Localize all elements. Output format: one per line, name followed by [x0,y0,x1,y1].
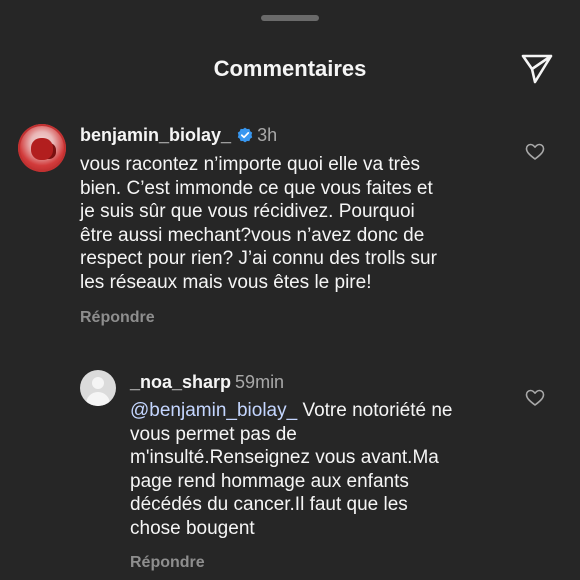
comment-line: je suis sûr que vous récidivez. Pourquoi [80,201,415,222]
reply-button[interactable]: Répondre [80,309,155,327]
heart-outline-icon[interactable] [525,388,545,408]
comment-line: bien. C’est immonde ce que vous faites e… [80,177,433,199]
comment-line: @benjamin_biolay_ Votre notoriété ne [130,399,452,423]
username[interactable]: benjamin_biolay_ [80,125,231,145]
comment-text: vous racontez n’importe quoi elle va trè… [80,153,437,294]
comment-text: @benjamin_biolay_ Votre notoriété ne vou… [130,399,452,540]
comment-line: être aussi mechant?vous n’avez donc de [80,224,425,246]
comment-meta: benjamin_biolay_ 3h [80,125,277,146]
verified-badge-icon [237,127,253,143]
paper-plane-icon[interactable] [520,53,554,85]
comment-line: les réseaux mais vous êtes le pire! [80,271,372,293]
comment-line: page rend hommage aux enfants [130,470,409,492]
comment-line: vous permet pas de [130,423,297,445]
reply-button[interactable]: Répondre [130,554,205,572]
page-title: Commentaires [213,56,367,81]
comment-line: chose bougent [130,517,255,539]
mention-link[interactable]: @benjamin_biolay_ [130,400,297,421]
comment-line: respect pour rien? J’ai connu des trolls… [80,248,437,269]
comment-line: vous racontez n’importe quoi elle va trè… [80,154,421,175]
drag-handle[interactable] [261,15,319,21]
avatar[interactable] [80,370,116,406]
timestamp: 59min [235,372,285,392]
comments-sheet: Commentaires benjamin_biolay_ 3h vous rac… [0,0,580,580]
comment-meta: _noa_sharp 59min [130,372,284,393]
comment-line: décédés du cancer.Il faut que les [130,494,408,515]
timestamp: 3h [257,125,278,145]
comment-line-text: Votre notoriété ne [297,400,453,421]
username[interactable]: _noa_sharp [130,372,231,392]
heart-outline-icon[interactable] [525,142,545,162]
avatar[interactable] [18,124,66,172]
comment-line: m'insulté.Renseignez vous avant.Ma [130,447,439,468]
